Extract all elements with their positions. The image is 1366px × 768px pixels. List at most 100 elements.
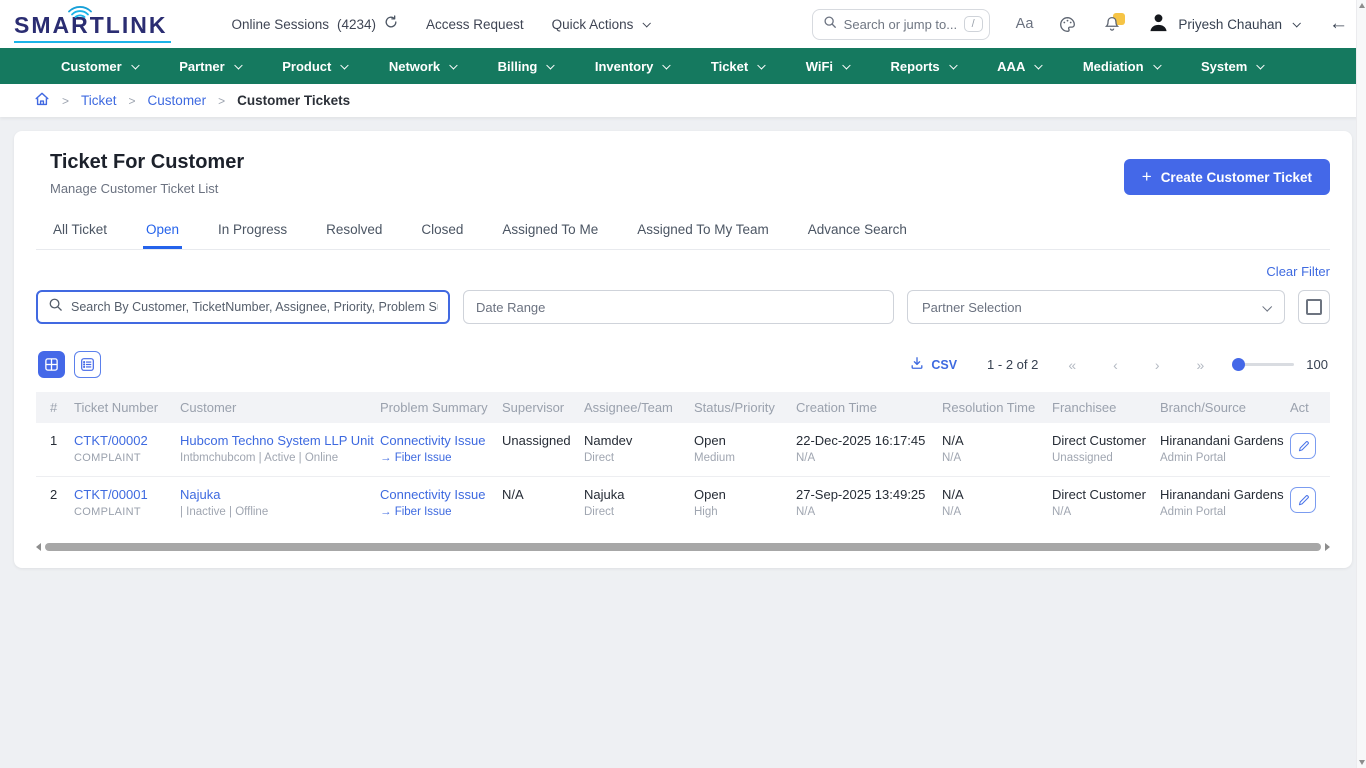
nav-item-reports[interactable]: Reports (870, 48, 977, 84)
problem-sub-category[interactable]: → Fiber Issue (380, 452, 496, 464)
horizontal-scroll-thumb[interactable] (45, 543, 1321, 551)
partner-selection-dropdown[interactable]: Partner Selection (907, 290, 1285, 324)
breadcrumb-ticket[interactable]: Ticket (81, 93, 117, 108)
nav-item-network[interactable]: Network (368, 48, 477, 84)
edit-ticket-button[interactable] (1290, 433, 1316, 459)
breadcrumb-separator: > (128, 93, 136, 108)
online-sessions[interactable]: Online Sessions (4234) (231, 15, 398, 33)
nav-item-inventory[interactable]: Inventory (574, 48, 690, 84)
scroll-right-arrow-icon[interactable] (1325, 543, 1330, 551)
resolution-time: N/A (942, 433, 964, 448)
table-row: 1 CTKT/00002 COMPLAINT Hubcom Techno Sys… (36, 423, 1330, 477)
csv-export-button[interactable]: CSV (910, 356, 957, 373)
ticket-number-link[interactable]: CTKT/00002 (74, 433, 174, 448)
card-header: Ticket For Customer Manage Customer Tick… (36, 151, 1330, 196)
table-header-row: # Ticket Number Customer Problem Summary… (36, 392, 1330, 423)
breadcrumb-separator: > (62, 93, 70, 108)
problem-summary-link[interactable]: Connectivity Issue (380, 487, 496, 502)
tab-resolved[interactable]: Resolved (323, 216, 385, 249)
franchisee-sub: Unassigned (1052, 452, 1113, 464)
nav-item-partner[interactable]: Partner (158, 48, 261, 84)
col-customer: Customer (180, 392, 380, 423)
nav-item-wifi[interactable]: WiFi (785, 48, 870, 84)
tab-open[interactable]: Open (143, 216, 182, 249)
slider-track[interactable] (1232, 357, 1295, 371)
slider-handle[interactable] (1232, 357, 1246, 371)
select-all-checkbox[interactable] (1298, 290, 1330, 324)
theme-palette-icon[interactable] (1059, 16, 1076, 33)
ticket-search-input[interactable]: Search By Customer, TicketNumber, Assign… (36, 290, 450, 324)
supervisor: Unassigned (502, 433, 571, 448)
quick-actions-menu[interactable]: Quick Actions (552, 17, 652, 32)
nav-label: Reports (890, 58, 940, 74)
global-search-input[interactable]: Search or jump to... / (811, 8, 990, 40)
top-header: SMARTLINK Online Sessions (4234) Access … (0, 0, 1366, 48)
last-page-button[interactable]: » (1197, 357, 1205, 373)
nav-label: Ticket (710, 58, 749, 74)
smartlink-logo[interactable]: SMARTLINK (14, 5, 172, 43)
chevron-down-icon (842, 61, 851, 70)
list-view-button[interactable] (74, 351, 101, 378)
user-menu[interactable]: Priyesh Chauhan (1148, 12, 1301, 36)
ticket-type: COMPLAINT (74, 506, 141, 518)
grid-view-button[interactable] (38, 351, 65, 378)
chevron-down-icon (1034, 61, 1043, 70)
branch-source: Admin Portal (1160, 452, 1226, 464)
notifications-bell-icon[interactable] (1102, 13, 1126, 34)
breadcrumb-customer[interactable]: Customer (148, 93, 207, 108)
chevron-down-icon (1256, 61, 1265, 70)
status: Open (694, 433, 726, 448)
tab-all-ticket[interactable]: All Ticket (50, 216, 110, 249)
nav-item-aaa[interactable]: AAA (976, 48, 1062, 84)
problem-summary-link[interactable]: Connectivity Issue (380, 433, 496, 448)
nav-item-system[interactable]: System (1180, 48, 1284, 84)
next-page-button[interactable]: › (1155, 357, 1160, 373)
tab-advance-search[interactable]: Advance Search (805, 216, 910, 249)
resolution-time: N/A (942, 487, 964, 502)
view-toggles (38, 351, 101, 378)
franchisee: Direct Customer (1052, 433, 1146, 448)
edit-ticket-button[interactable] (1290, 487, 1316, 513)
problem-sub-category[interactable]: → Fiber Issue (380, 506, 496, 518)
date-range-placeholder: Date Range (476, 299, 546, 315)
customer-link[interactable]: Najuka (180, 487, 374, 502)
partner-selection-placeholder: Partner Selection (922, 299, 1022, 315)
text-size-toggle[interactable]: Aa (1016, 16, 1034, 32)
scroll-down-arrow-icon[interactable] (1359, 760, 1365, 765)
chevron-down-icon (546, 61, 555, 70)
tab-assigned-to-me[interactable]: Assigned To Me (499, 216, 601, 249)
access-request-link[interactable]: Access Request (426, 17, 524, 32)
nav-item-billing[interactable]: Billing (477, 48, 574, 84)
vertical-scrollbar[interactable] (1356, 0, 1366, 768)
scroll-left-arrow-icon[interactable] (36, 543, 41, 551)
page-size-slider[interactable]: 100 (1232, 357, 1328, 372)
home-icon[interactable] (34, 91, 50, 110)
wifi-signal-icon (68, 5, 92, 23)
prev-page-button[interactable]: ‹ (1113, 357, 1118, 373)
first-page-button[interactable]: « (1068, 357, 1076, 373)
nav-label: Customer (61, 58, 122, 74)
back-arrow-icon[interactable]: ← (1329, 13, 1348, 35)
tab-closed[interactable]: Closed (418, 216, 466, 249)
online-sessions-label: Online Sessions (231, 16, 329, 32)
nav-label: Billing (497, 58, 538, 74)
date-range-input[interactable]: Date Range (463, 290, 894, 324)
scroll-up-arrow-icon[interactable] (1359, 3, 1365, 8)
nav-item-ticket[interactable]: Ticket (690, 48, 785, 84)
col-branch-source: Branch/Source (1160, 392, 1290, 423)
nav-item-customer[interactable]: Customer (40, 48, 158, 84)
nav-item-mediation[interactable]: Mediation (1062, 48, 1180, 84)
horizontal-scrollbar[interactable] (36, 542, 1330, 552)
create-customer-ticket-button[interactable]: + Create Customer Ticket (1123, 159, 1330, 195)
refresh-icon[interactable] (384, 15, 398, 33)
ticket-number-link[interactable]: CTKT/00001 (74, 487, 174, 502)
tab-in-progress[interactable]: In Progress (215, 216, 290, 249)
col-problem-summary: Problem Summary (380, 392, 502, 423)
clear-filter-link[interactable]: Clear Filter (1266, 264, 1330, 279)
creation-time: 27-Sep-2025 13:49:25 (796, 487, 926, 502)
nav-item-product[interactable]: Product (261, 48, 368, 84)
filter-row: Search By Customer, TicketNumber, Assign… (36, 290, 1330, 324)
header-quick-links: Online Sessions (4234) Access Request Qu… (231, 15, 652, 33)
tab-assigned-to-my-team[interactable]: Assigned To My Team (634, 216, 772, 249)
customer-link[interactable]: Hubcom Techno System LLP Unit (180, 433, 374, 448)
